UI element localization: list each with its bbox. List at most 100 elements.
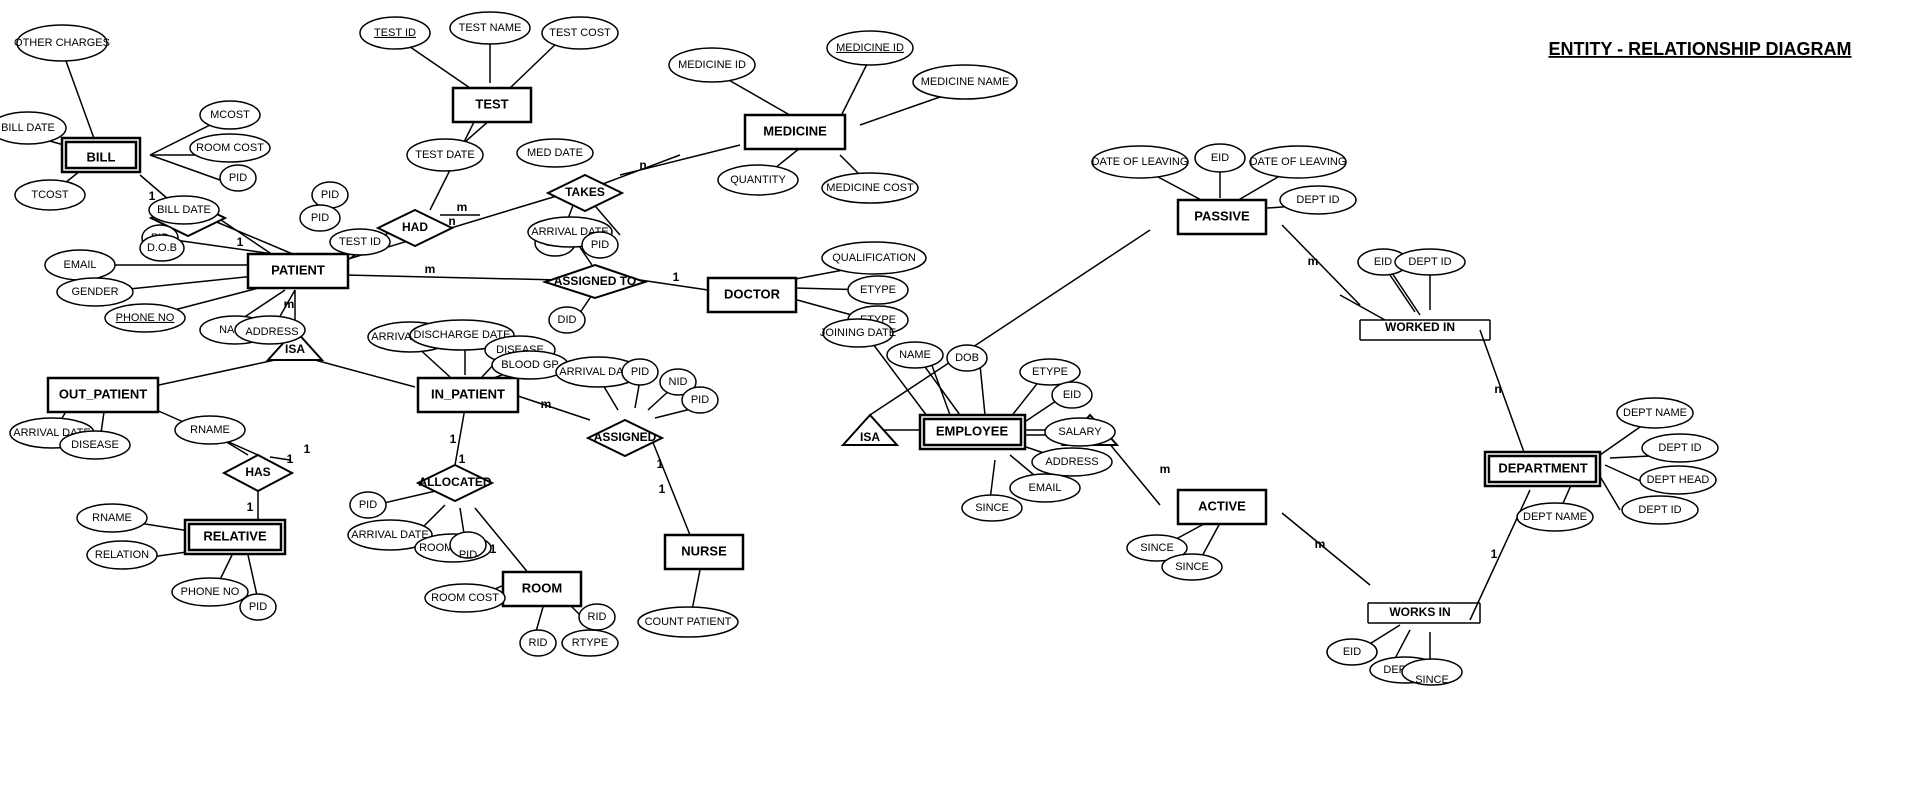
svg-text:MED DATE: MED DATE [527, 147, 583, 159]
svg-text:PID: PID [591, 239, 609, 251]
svg-text:DEPT ID: DEPT ID [1296, 194, 1339, 206]
svg-text:TEST COST: TEST COST [549, 27, 611, 39]
er-diagram: ENTITY - RELATIONSHIP DIAGRAM 1 1 1 n m … [0, 0, 1914, 802]
svg-text:WORKED IN: WORKED IN [1385, 320, 1455, 334]
svg-text:ROOM: ROOM [522, 580, 562, 595]
svg-text:TEST ID: TEST ID [374, 27, 416, 39]
svg-text:TEST ID: TEST ID [339, 236, 381, 248]
svg-text:BILL DATE: BILL DATE [157, 204, 211, 216]
svg-text:EMAIL: EMAIL [1028, 482, 1061, 494]
svg-text:ARRIVAL DATE: ARRIVAL DATE [351, 529, 428, 541]
svg-text:n: n [1494, 382, 1501, 396]
svg-text:DEPT ID: DEPT ID [1658, 442, 1701, 454]
svg-text:DISEASE: DISEASE [71, 439, 119, 451]
svg-text:HAD: HAD [402, 220, 428, 234]
svg-text:SINCE: SINCE [1175, 561, 1209, 573]
svg-text:HAS: HAS [245, 465, 270, 479]
svg-text:SALARY: SALARY [1058, 426, 1102, 438]
svg-text:ADDRESS: ADDRESS [1045, 456, 1098, 468]
svg-text:IN_PATIENT: IN_PATIENT [431, 386, 505, 401]
svg-text:PID: PID [311, 212, 329, 224]
svg-text:DID: DID [558, 314, 577, 326]
svg-text:BILL: BILL [87, 149, 116, 164]
svg-text:ALLOCATED: ALLOCATED [418, 475, 491, 489]
svg-text:1: 1 [247, 500, 254, 514]
svg-text:1: 1 [149, 189, 156, 203]
svg-text:1: 1 [450, 432, 457, 446]
svg-text:PID: PID [691, 394, 709, 406]
svg-text:ROOM COST: ROOM COST [431, 592, 499, 604]
svg-text:RTYPE: RTYPE [572, 637, 608, 649]
svg-text:m: m [425, 262, 436, 276]
svg-text:ETYPE: ETYPE [860, 284, 896, 296]
svg-text:TCOST: TCOST [31, 189, 69, 201]
svg-text:TAKES: TAKES [565, 185, 605, 199]
svg-text:OTHER CHARGES: OTHER CHARGES [14, 37, 110, 49]
svg-text:m: m [1308, 254, 1319, 268]
svg-text:EMPLOYEE: EMPLOYEE [936, 423, 1009, 438]
svg-text:NID: NID [669, 376, 688, 388]
diagram-container: ENTITY - RELATIONSHIP DIAGRAM 1 1 1 n m … [0, 0, 1914, 802]
svg-text:m: m [284, 297, 295, 311]
svg-text:EID: EID [1211, 152, 1229, 164]
svg-text:MEDICINE: MEDICINE [763, 123, 827, 138]
svg-text:SINCE: SINCE [1140, 542, 1174, 554]
svg-text:SINCE: SINCE [1415, 674, 1449, 686]
svg-text:1: 1 [287, 452, 294, 466]
svg-text:1: 1 [659, 482, 666, 496]
svg-text:TEST DATE: TEST DATE [415, 149, 475, 161]
svg-text:DEPT NAME: DEPT NAME [1623, 407, 1687, 419]
svg-text:1: 1 [459, 452, 466, 466]
svg-text:DEPT NAME: DEPT NAME [1523, 511, 1587, 523]
svg-text:DEPARTMENT: DEPARTMENT [1498, 460, 1587, 475]
svg-text:TEST NAME: TEST NAME [459, 22, 522, 34]
svg-text:PID: PID [359, 499, 377, 511]
svg-text:EID: EID [1343, 646, 1361, 658]
svg-text:ACTIVE: ACTIVE [1198, 498, 1246, 513]
svg-text:TEST: TEST [475, 96, 508, 111]
svg-text:MEDICINE COST: MEDICINE COST [826, 182, 914, 194]
svg-text:PHONE NO: PHONE NO [116, 312, 175, 324]
svg-text:QUANTITY: QUANTITY [730, 174, 786, 186]
svg-text:NURSE: NURSE [681, 543, 727, 558]
svg-text:COUNT PATIENT: COUNT PATIENT [645, 616, 732, 628]
svg-text:m: m [541, 397, 552, 411]
svg-text:ETYPE: ETYPE [1032, 366, 1068, 378]
svg-text:ROOM COST: ROOM COST [196, 142, 264, 154]
svg-text:DEPT ID: DEPT ID [1408, 256, 1451, 268]
svg-text:SINCE: SINCE [975, 502, 1009, 514]
svg-text:EMAIL: EMAIL [63, 259, 96, 271]
svg-text:RELATIVE: RELATIVE [203, 528, 267, 543]
svg-text:DEPT HEAD: DEPT HEAD [1647, 474, 1710, 486]
svg-text:PID: PID [229, 172, 247, 184]
svg-text:PASSIVE: PASSIVE [1194, 208, 1250, 223]
diagram-title: ENTITY - RELATIONSHIP DIAGRAM [1548, 39, 1851, 59]
svg-text:m: m [1315, 537, 1326, 551]
svg-text:MEDICINE NAME: MEDICINE NAME [921, 76, 1010, 88]
svg-text:m: m [1160, 462, 1171, 476]
svg-text:1: 1 [237, 235, 244, 249]
svg-text:QUALIFICATION: QUALIFICATION [832, 252, 916, 264]
svg-text:MEDICINE ID: MEDICINE ID [836, 42, 904, 54]
svg-text:EID: EID [1374, 256, 1392, 268]
svg-text:1: 1 [1491, 547, 1498, 561]
svg-text:MCOST: MCOST [210, 109, 250, 121]
svg-text:EID: EID [1063, 389, 1081, 401]
svg-text:ASSIGNED: ASSIGNED [594, 430, 657, 444]
svg-text:ADDRESS: ADDRESS [245, 326, 298, 338]
svg-text:ASSIGNED TO: ASSIGNED TO [554, 274, 636, 288]
svg-text:PHONE NO: PHONE NO [181, 586, 240, 598]
svg-text:OUT_PATIENT: OUT_PATIENT [59, 386, 147, 401]
svg-text:1: 1 [673, 270, 680, 284]
svg-text:RELATION: RELATION [95, 549, 149, 561]
svg-text:NAME: NAME [899, 349, 931, 361]
svg-text:ISA: ISA [860, 430, 880, 444]
svg-text:ISA: ISA [285, 342, 305, 356]
svg-text:1: 1 [304, 442, 311, 456]
svg-text:PID: PID [459, 549, 477, 561]
svg-text:PID: PID [249, 601, 267, 613]
svg-text:RNAME: RNAME [190, 424, 230, 436]
svg-text:GENDER: GENDER [71, 286, 118, 298]
svg-text:DOCTOR: DOCTOR [724, 286, 781, 301]
svg-text:RNAME: RNAME [92, 512, 132, 524]
